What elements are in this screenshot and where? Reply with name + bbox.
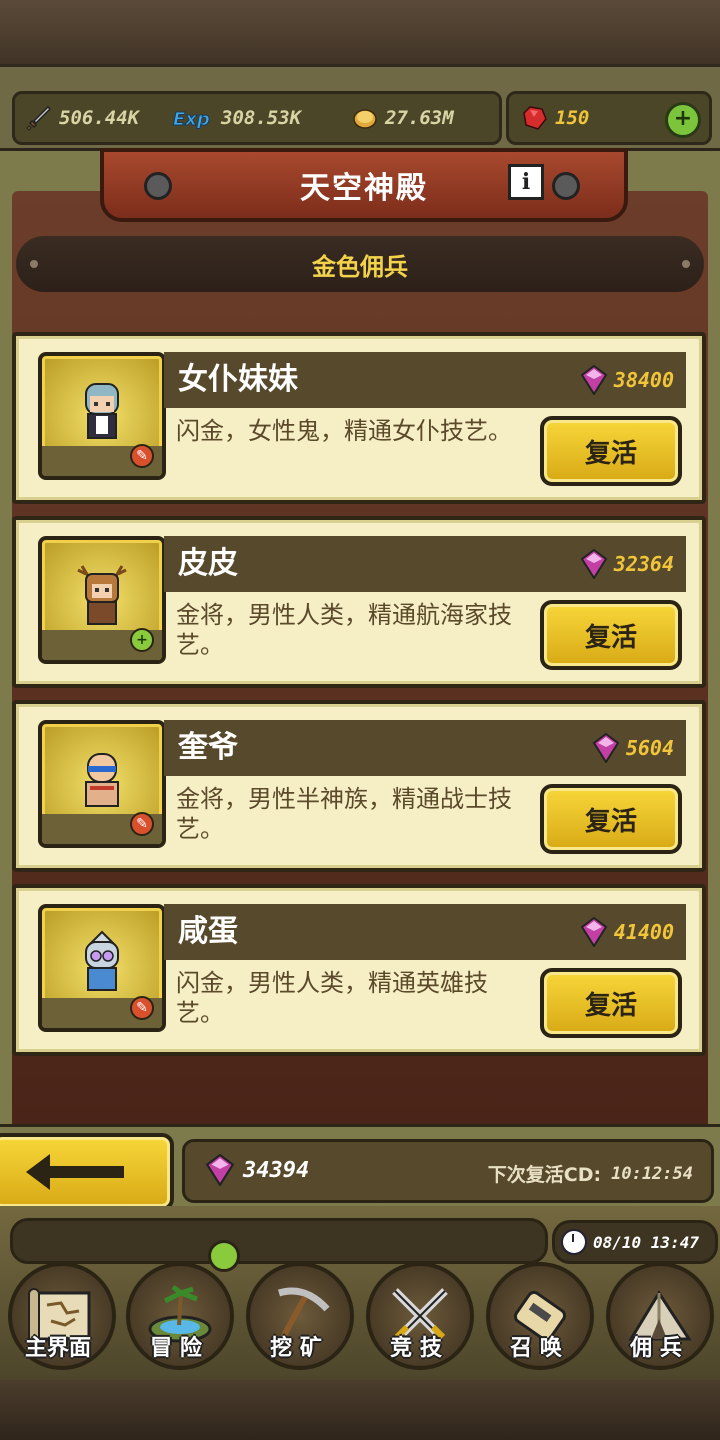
category-title: 金色佣兵 bbox=[312, 252, 408, 281]
mercenary-card: ✎ 女仆妹妹 38400 闪金，女性鬼，精通女仆技艺。 复活 bbox=[12, 332, 706, 504]
page-title: 天空神殿 bbox=[300, 171, 428, 206]
hero-character-icon bbox=[85, 930, 119, 991]
nav-main[interactable]: 主界面 bbox=[2, 1256, 116, 1370]
deer-character-icon bbox=[77, 565, 127, 625]
name-bar: 皮皮 32364 bbox=[164, 536, 686, 592]
revive-button[interactable]: 复活 bbox=[540, 968, 682, 1038]
exp-icon: Exp bbox=[171, 104, 215, 132]
name-bar: 咸蛋 41400 bbox=[164, 904, 686, 960]
nav-label: 主界面 bbox=[24, 1336, 91, 1361]
title-banner: 天空神殿 i bbox=[100, 148, 628, 222]
category-header: 金色佣兵 bbox=[16, 236, 704, 292]
nav-mercenary[interactable]: 佣 兵 bbox=[600, 1256, 714, 1370]
mercenary-name: 皮皮 bbox=[178, 546, 238, 581]
bottom-nav: 08/10 13:47 主界面 冒 险 挖 矿 竞 技 召 唤 佣 兵 bbox=[0, 1206, 720, 1380]
gem-panel: 150 + bbox=[506, 91, 712, 145]
nav-arena[interactable]: 竞 技 bbox=[360, 1256, 474, 1370]
cooldown-label: 下次复活CD: bbox=[487, 1164, 602, 1186]
nav-label: 召 唤 bbox=[510, 1336, 562, 1361]
skill-badge-icon: ✎ bbox=[130, 812, 154, 836]
nav-label: 冒 险 bbox=[150, 1336, 202, 1361]
ruby-icon bbox=[521, 104, 549, 132]
mercenary-description: 闪金，女性鬼，精通女仆技艺。 bbox=[176, 417, 512, 445]
cost-value: 32364 bbox=[613, 552, 674, 576]
gold-value: 27.63M bbox=[385, 107, 454, 129]
resource-panel: 506.44K Exp 308.53K 27.63M bbox=[12, 91, 502, 145]
nav-summon[interactable]: 召 唤 bbox=[480, 1256, 594, 1370]
svg-text:Exp: Exp bbox=[173, 109, 210, 130]
mercenary-name: 咸蛋 bbox=[178, 914, 238, 949]
back-button[interactable] bbox=[0, 1133, 174, 1211]
mercenary-name: 女仆妹妹 bbox=[178, 362, 298, 397]
purple-gem-icon bbox=[580, 917, 608, 947]
notification-dot bbox=[208, 1240, 240, 1272]
resource-bar: 506.44K Exp 308.53K 27.63M 150 + bbox=[0, 64, 720, 156]
mercenary-card: + 皮皮 32364 金将，男性人类，精通航海家技艺。 复活 bbox=[12, 516, 706, 688]
sword-icon bbox=[25, 104, 53, 132]
mercenary-portrait: ✎ bbox=[38, 720, 166, 848]
maid-character-icon bbox=[85, 383, 119, 439]
mercenary-description: 闪金，男性人类，精通英雄技艺。 bbox=[176, 969, 488, 1027]
revive-cost: 38400 bbox=[580, 364, 674, 396]
revive-cost: 41400 bbox=[580, 916, 674, 948]
revive-button[interactable]: 复活 bbox=[540, 600, 682, 670]
gem-balance: 34394 bbox=[205, 1154, 309, 1186]
dot-icon bbox=[682, 260, 690, 268]
dot-icon bbox=[30, 260, 38, 268]
skill-badge-icon: ✎ bbox=[130, 996, 154, 1020]
revive-button[interactable]: 复活 bbox=[540, 784, 682, 854]
purple-gem-icon bbox=[592, 733, 620, 763]
cost-value: 38400 bbox=[613, 368, 674, 392]
gem-value: 150 bbox=[555, 107, 590, 129]
mercenary-description: 金将，男性人类，精通航海家技艺。 bbox=[176, 601, 512, 659]
nav-label: 挖 矿 bbox=[270, 1336, 322, 1361]
clock-icon bbox=[561, 1229, 587, 1255]
purple-gem-icon bbox=[580, 365, 608, 395]
nav-label: 佣 兵 bbox=[630, 1336, 682, 1361]
exp-resource: Exp 308.53K bbox=[171, 104, 302, 132]
bolt-icon bbox=[552, 172, 580, 200]
datetime-value: 08/10 13:47 bbox=[593, 1232, 699, 1252]
attack-resource: 506.44K bbox=[25, 104, 139, 132]
mercenary-portrait: ✎ bbox=[38, 904, 166, 1032]
cost-value: 5604 bbox=[625, 736, 674, 760]
footer-bar: 34394 下次复活CD: 10:12:54 bbox=[0, 1124, 720, 1216]
nav-adventure[interactable]: 冒 险 bbox=[120, 1256, 234, 1370]
mercenary-card: ✎ 奎爷 5604 金将，男性半神族，精通战士技艺。 复活 bbox=[12, 700, 706, 872]
nav-mining[interactable]: 挖 矿 bbox=[240, 1256, 354, 1370]
mercenary-card: ✎ 咸蛋 41400 闪金，男性人类，精通英雄技艺。 复活 bbox=[12, 884, 706, 1056]
revive-cost: 5604 bbox=[592, 732, 674, 764]
balance-panel: 34394 下次复活CD: 10:12:54 bbox=[182, 1139, 714, 1203]
bottom-background bbox=[0, 1380, 720, 1440]
cooldown-value: 10:12:54 bbox=[611, 1163, 693, 1184]
top-background bbox=[0, 0, 720, 70]
nav-label: 竞 技 bbox=[390, 1336, 442, 1361]
coin-icon bbox=[351, 104, 379, 132]
warrior-character-icon bbox=[85, 753, 119, 807]
exp-value: 308.53K bbox=[221, 107, 302, 129]
gold-resource: 27.63M bbox=[351, 104, 454, 132]
back-arrow-icon bbox=[26, 1154, 124, 1190]
mercenary-portrait: ✎ bbox=[38, 352, 166, 480]
revive-cooldown: 下次复活CD: 10:12:54 bbox=[488, 1160, 693, 1187]
gem-balance-value: 34394 bbox=[243, 1157, 310, 1183]
attack-value: 506.44K bbox=[59, 107, 140, 129]
skill-badge-icon: ✎ bbox=[130, 444, 154, 468]
name-bar: 女仆妹妹 38400 bbox=[164, 352, 686, 408]
mercenary-description: 金将，男性半神族，精通战士技艺。 bbox=[176, 785, 512, 843]
revive-cost: 32364 bbox=[580, 548, 674, 580]
revive-button[interactable]: 复活 bbox=[540, 416, 682, 486]
mercenary-portrait: + bbox=[38, 536, 166, 664]
purple-gem-icon bbox=[205, 1154, 235, 1186]
gem-resource: 150 bbox=[521, 104, 589, 132]
purple-gem-icon bbox=[580, 549, 608, 579]
info-button[interactable]: i bbox=[508, 164, 544, 200]
name-bar: 奎爷 5604 bbox=[164, 720, 686, 776]
cost-value: 41400 bbox=[613, 920, 674, 944]
add-badge-icon: + bbox=[130, 628, 154, 652]
mercenary-name: 奎爷 bbox=[178, 730, 238, 765]
add-gems-button[interactable]: + bbox=[665, 102, 701, 138]
